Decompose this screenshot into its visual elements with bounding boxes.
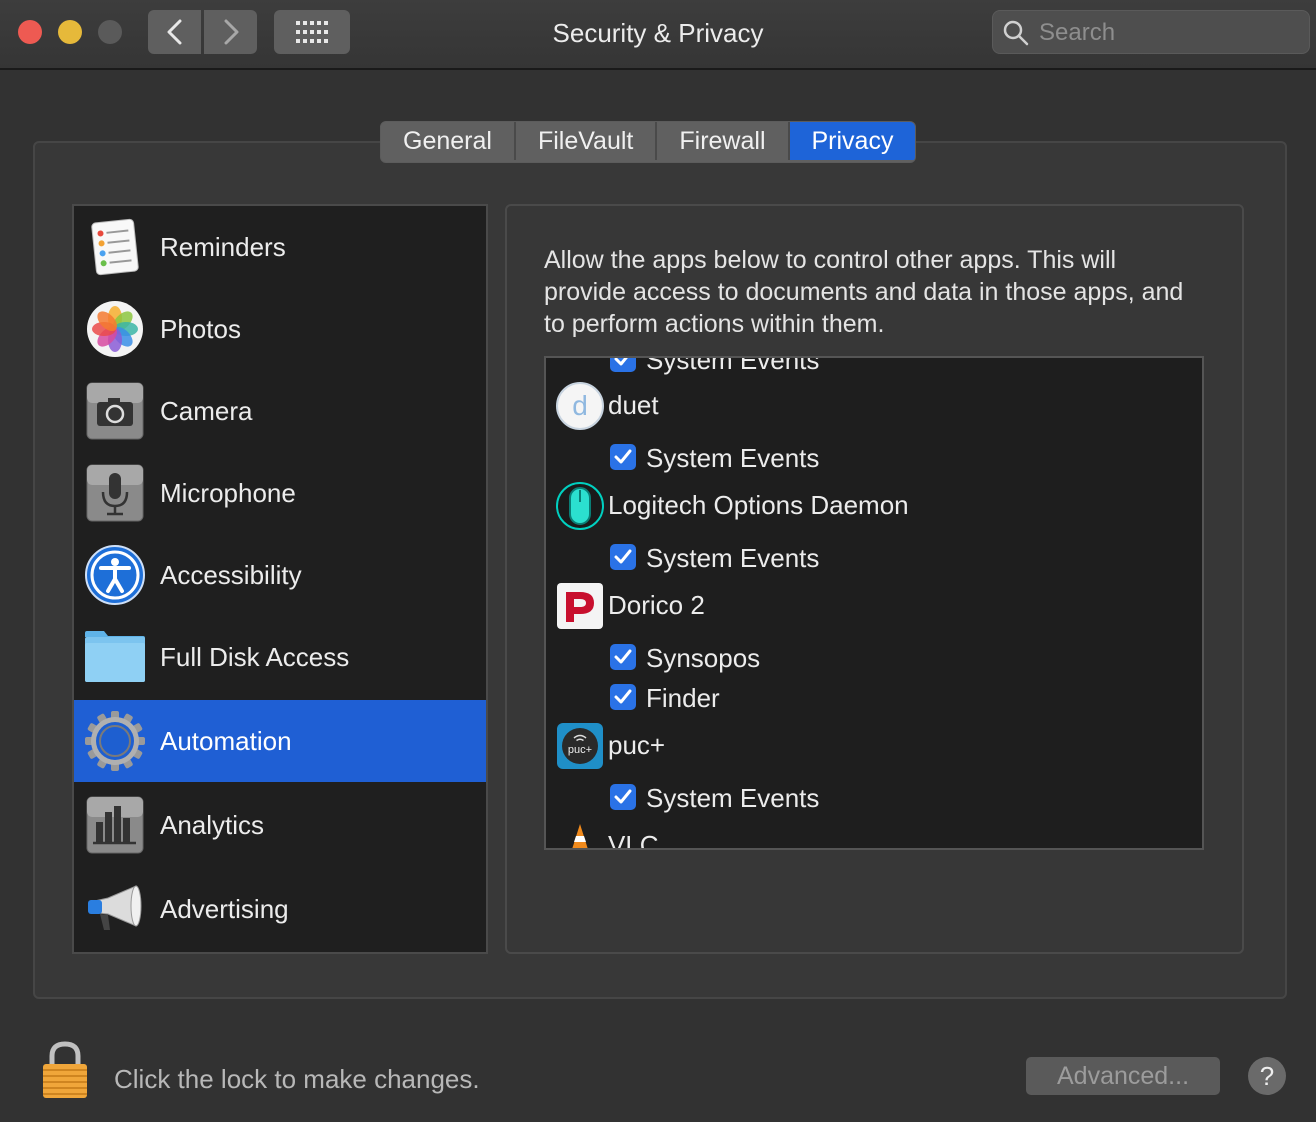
checkmark-icon	[614, 689, 632, 704]
sidebar-item-label: Full Disk Access	[160, 641, 350, 672]
sidebar-item-camera[interactable]: Camera	[74, 370, 486, 452]
app-row-logitech-options-daemon: Logitech Options Daemon	[546, 482, 1202, 530]
sidebar-item-label: Automation	[160, 725, 292, 756]
folder-icon	[84, 626, 146, 688]
dorico-icon	[556, 582, 604, 630]
sidebar-item-label: Microphone	[160, 477, 296, 508]
duet-icon: d	[556, 382, 604, 430]
checkmark-icon	[614, 649, 632, 664]
target-label: Synsopos	[646, 643, 761, 673]
target-row: Finder	[546, 680, 1202, 716]
lock-status-text: Click the lock to make changes.	[114, 1064, 480, 1094]
analytics-icon	[84, 794, 146, 856]
target-checkbox[interactable]	[610, 644, 636, 670]
tab-general[interactable]: General	[381, 122, 516, 160]
tab-filevault[interactable]: FileVault	[516, 122, 658, 160]
app-name: Logitech Options Daemon	[608, 490, 909, 520]
target-checkbox[interactable]	[610, 444, 636, 470]
vlc-cone-icon	[556, 822, 604, 848]
automation-description: Allow the apps below to control other ap…	[544, 246, 1184, 338]
checkmark-icon	[614, 789, 632, 804]
target-label: System Events	[646, 356, 820, 375]
target-label: System Events	[646, 543, 820, 573]
target-label: System Events	[646, 443, 820, 473]
search-field[interactable]	[992, 10, 1310, 54]
app-row-vlc: VLC	[546, 822, 1202, 850]
lock-button[interactable]	[40, 1040, 90, 1100]
checkmark-icon	[614, 449, 632, 464]
app-row-puc-plus: puc+ puc+	[546, 722, 1202, 770]
target-row: Synsopos	[546, 640, 1202, 676]
sidebar-item-label: Photos	[160, 313, 241, 344]
sidebar-item-label: Camera	[160, 395, 253, 426]
logitech-mouse-icon	[556, 482, 604, 530]
puc-icon: puc+	[556, 722, 604, 770]
sidebar-item-automation[interactable]: Automation	[74, 700, 486, 782]
microphone-icon	[84, 462, 146, 524]
accessibility-icon	[84, 544, 146, 606]
target-row: System Events	[546, 440, 1202, 476]
sidebar-item-label: Analytics	[160, 809, 265, 840]
tab-bar: General FileVault Firewall Privacy	[380, 121, 917, 163]
target-row-partial: System Events	[546, 356, 1202, 378]
target-label: System Events	[646, 783, 820, 813]
camera-icon	[84, 380, 146, 442]
app-row-duet: d duet	[546, 382, 1202, 430]
sidebar-item-full-disk-access[interactable]: Full Disk Access	[74, 616, 486, 698]
search-input[interactable]	[1037, 15, 1301, 51]
app-name: VLC	[608, 830, 659, 850]
reminders-icon	[84, 216, 146, 278]
megaphone-icon	[84, 878, 146, 940]
svg-text:d: d	[572, 390, 588, 421]
target-checkbox[interactable]	[610, 684, 636, 710]
advanced-button[interactable]: Advanced...	[1026, 1057, 1220, 1095]
automation-app-list[interactable]: System Events d duet System Events Logit…	[544, 356, 1204, 850]
checkmark-icon	[614, 549, 632, 564]
svg-text:puc+: puc+	[568, 744, 592, 756]
privacy-category-list: Reminders Photos Camera Microphone Acces…	[72, 204, 488, 954]
sidebar-item-photos[interactable]: Photos	[74, 288, 486, 370]
app-name: Dorico 2	[608, 590, 705, 620]
gear-icon	[84, 710, 146, 772]
sidebar-item-microphone[interactable]: Microphone	[74, 452, 486, 534]
sidebar-item-label: Advertising	[160, 893, 289, 924]
app-name: puc+	[608, 730, 666, 760]
checkmark-icon	[614, 358, 628, 366]
sidebar-item-reminders[interactable]: Reminders	[74, 206, 486, 288]
sidebar-item-advertising[interactable]: Advertising	[74, 868, 486, 950]
tab-privacy[interactable]: Privacy	[789, 122, 916, 160]
app-row-dorico-2: Dorico 2	[546, 582, 1202, 630]
lock-icon	[43, 1041, 87, 1098]
target-row: System Events	[546, 540, 1202, 576]
search-icon	[1003, 20, 1029, 46]
photos-icon	[84, 298, 146, 360]
help-button[interactable]: ?	[1248, 1057, 1286, 1095]
target-checkbox[interactable]	[610, 544, 636, 570]
sidebar-item-accessibility[interactable]: Accessibility	[74, 534, 486, 616]
target-checkbox[interactable]	[610, 358, 636, 372]
sidebar-item-analytics[interactable]: Analytics	[74, 784, 486, 866]
target-label: Finder	[646, 683, 720, 713]
title-bar: Security & Privacy	[0, 0, 1316, 70]
sidebar-item-label: Accessibility	[160, 559, 302, 590]
target-row: System Events	[546, 780, 1202, 816]
tab-firewall[interactable]: Firewall	[657, 122, 790, 160]
sidebar-item-label: Reminders	[160, 231, 286, 262]
app-name: duet	[608, 390, 659, 420]
target-checkbox[interactable]	[610, 784, 636, 810]
